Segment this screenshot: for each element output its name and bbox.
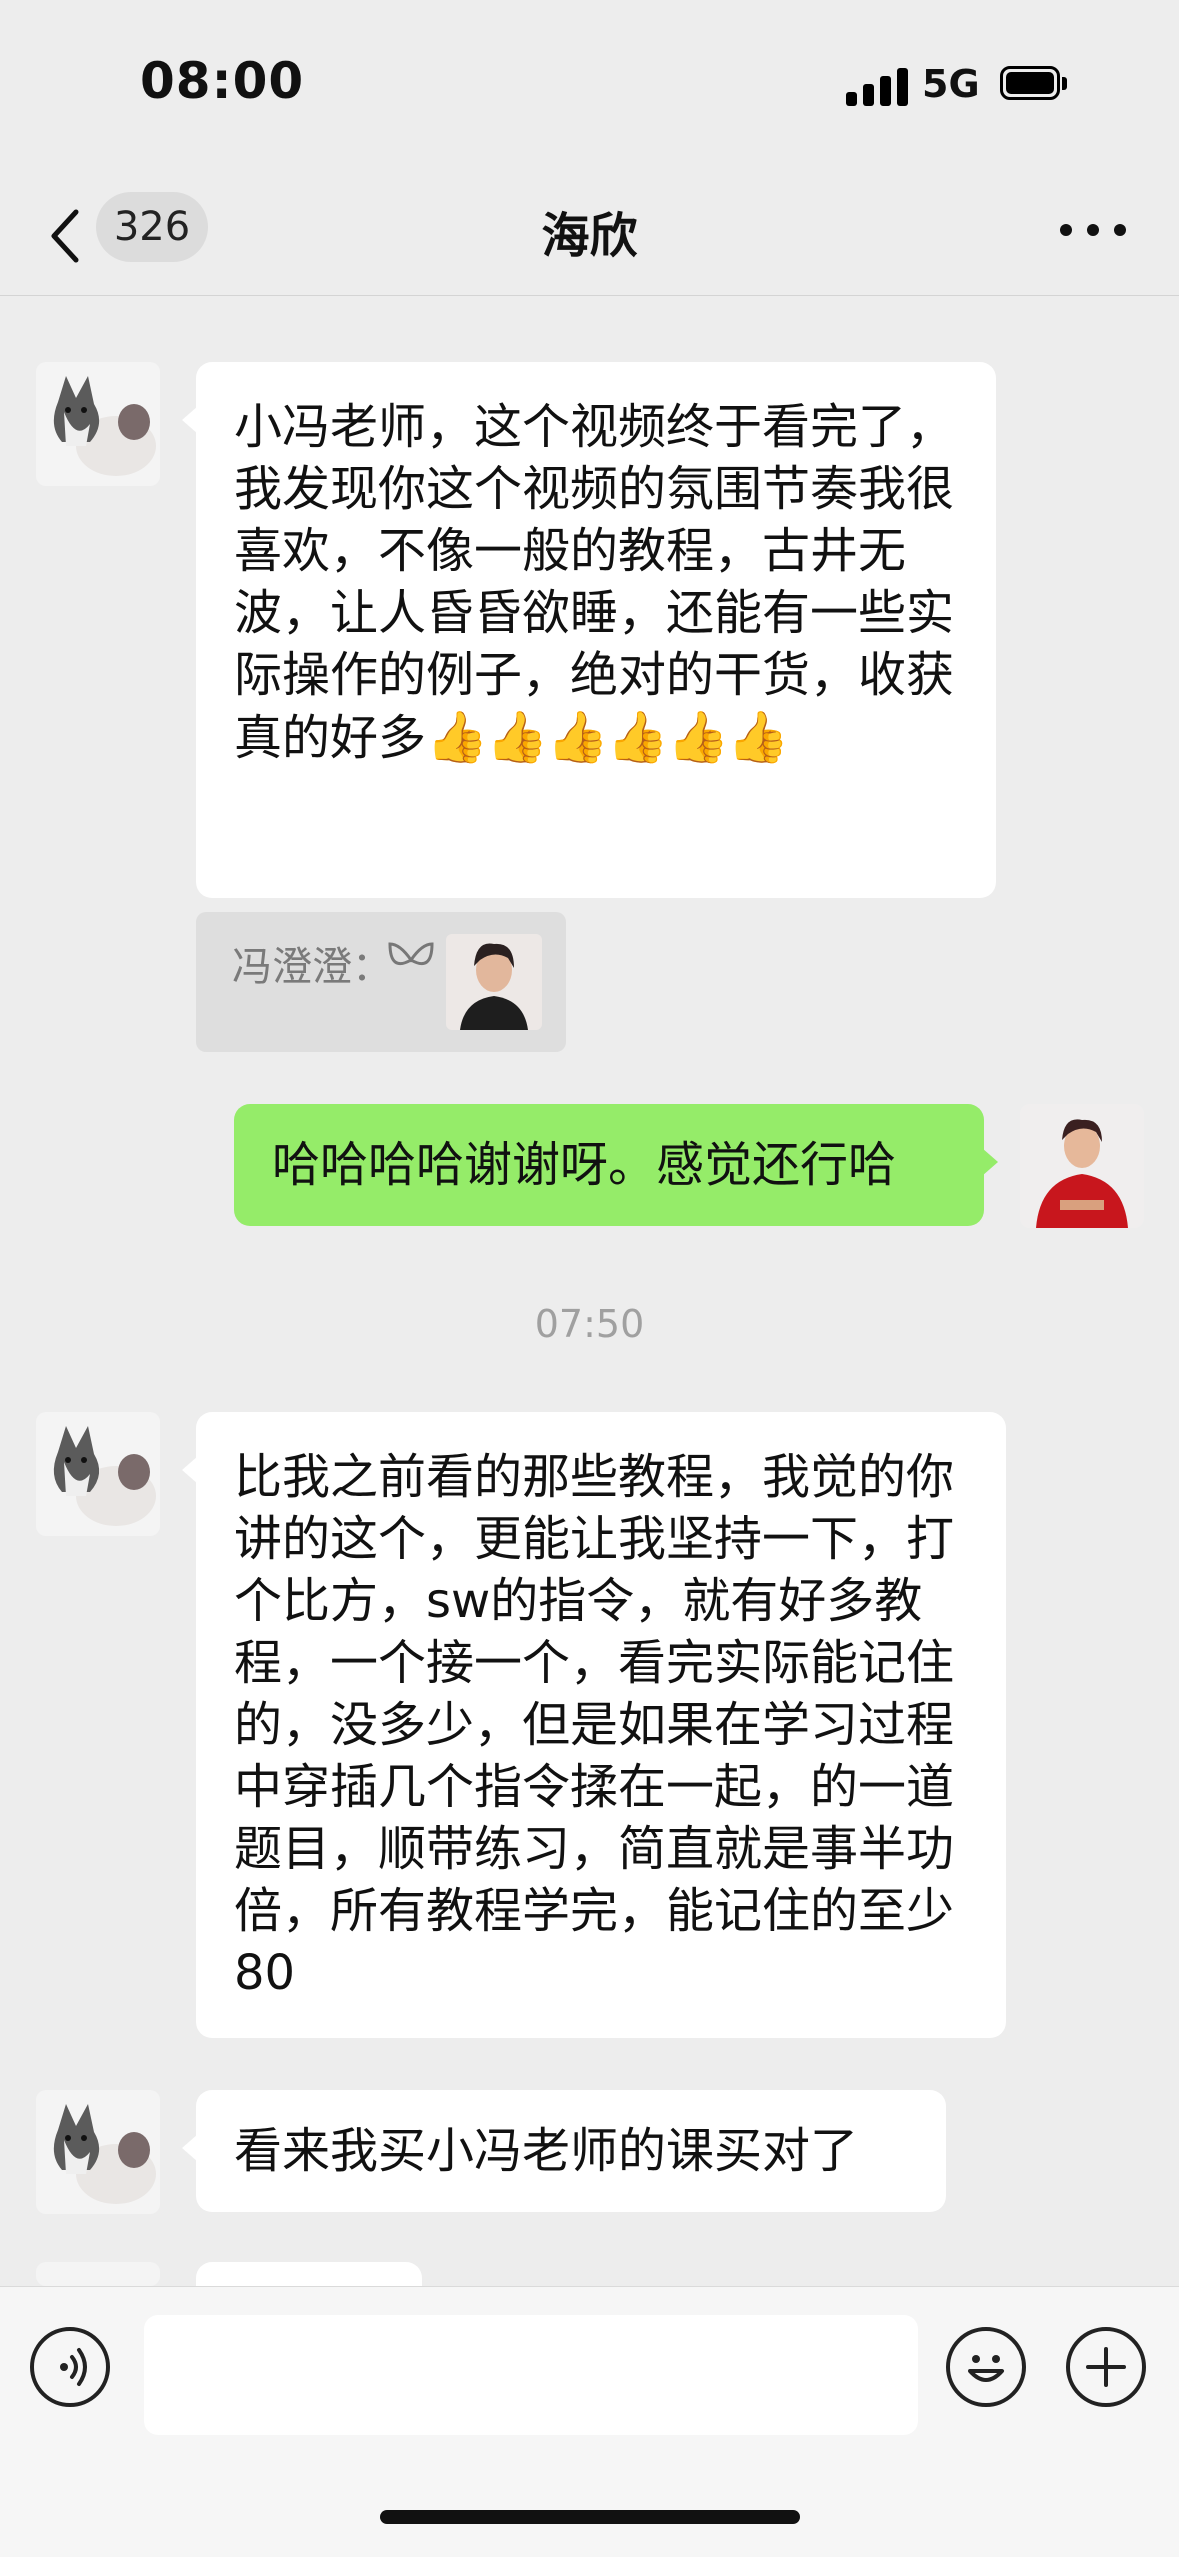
contact-avatar[interactable] [36,1412,160,1536]
network-type: 5G [922,62,980,106]
emoji-button[interactable] [946,2327,1026,2407]
status-time: 08:00 [140,52,305,110]
message-bubble-sent[interactable]: 哈哈哈哈谢谢呀。感觉还行哈 [234,1104,998,1226]
timestamp: 07:50 [534,1302,645,1346]
contact-avatar[interactable] [36,362,160,486]
more-actions-button[interactable] [1066,2327,1146,2407]
message-text: 看来我买小冯老师的课买对了 [234,2123,859,2179]
my-avatar[interactable] [1020,1104,1144,1228]
contact-avatar[interactable] [36,2090,160,2214]
message-text: 比我之前看的那些教程，我觉的你讲的这个，更能让我坚持一下，打个比方，sw的指令，… [234,1449,955,2001]
quote-sender: 冯澄澄： [232,944,392,990]
more-options-icon[interactable] [1060,220,1130,240]
nav-bar: 326 海欣 [0,170,1179,296]
chat-title: 海欣 [541,208,638,264]
battery-icon [1000,66,1067,102]
message-bubble-partial [196,2262,422,2286]
message-bubble-received[interactable]: 看来我买小冯老师的课买对了 [182,2090,946,2212]
quoted-message[interactable]: 冯澄澄： [196,912,566,1052]
home-indicator [380,2510,800,2524]
message-bubble-received[interactable]: 比我之前看的那些教程，我觉的你讲的这个，更能让我坚持一下，打个比方，sw的指令，… [182,1412,1006,2038]
thumbs-up-emoji: 👍👍👍👍👍👍 [426,708,790,766]
status-bar: 08:00 5G [0,0,1179,170]
voice-input-button[interactable] [30,2327,110,2407]
message-input[interactable] [144,2315,918,2435]
message-text: 哈哈哈哈谢谢呀。感觉还行哈 [272,1137,897,1193]
quote-thumbnail [446,934,542,1030]
smiley-icon [968,2355,1004,2382]
signal-icon [846,66,908,106]
message-bubble-received[interactable]: 小冯老师，这个视频终于看完了，我发现你这个视频的氛围节奏我很喜欢，不像一般的教程… [182,362,996,898]
voice-icon [60,2348,87,2386]
plus-icon [1086,2347,1126,2387]
contact-avatar-partial [36,2262,160,2286]
video-channel-icon [388,942,434,965]
